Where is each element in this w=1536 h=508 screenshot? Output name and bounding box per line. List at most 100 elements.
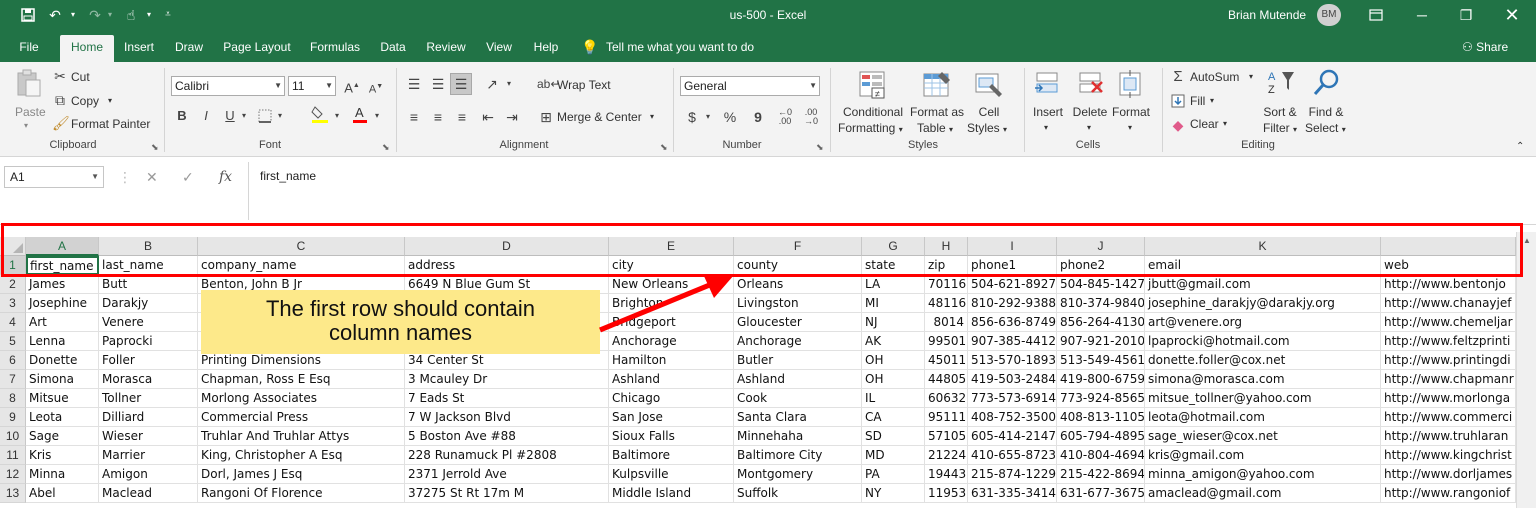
table-cell[interactable]: Brighton	[609, 294, 734, 313]
customize-toolbar-icon[interactable]: ⩡	[160, 0, 176, 30]
decrease-indent-icon[interactable]: ⇤	[478, 107, 498, 127]
redo-dropdown-icon[interactable]: ▾	[104, 0, 116, 30]
copy-dropdown-icon[interactable]: ▾	[108, 93, 112, 109]
table-cell[interactable]: Commercial Press	[198, 408, 405, 427]
header-cell[interactable]: city	[609, 256, 734, 275]
paste-label[interactable]: Paste	[15, 104, 46, 120]
italic-button[interactable]: I	[198, 106, 214, 126]
conditional-formatting-icon[interactable]: ≠	[858, 70, 888, 100]
table-cell[interactable]: 605-794-4895	[1057, 427, 1145, 446]
touch-mode-icon[interactable]: ☝	[120, 0, 142, 30]
column-header[interactable]: B	[99, 237, 198, 256]
table-cell[interactable]: 215-422-8694	[1057, 465, 1145, 484]
font-size-combo[interactable]: 11 ▼	[288, 76, 336, 96]
format-as-table-button[interactable]: Table ▾	[917, 120, 953, 138]
table-cell[interactable]: Lenna	[26, 332, 99, 351]
table-cell[interactable]: lpaprocki@hotmail.com	[1145, 332, 1381, 351]
row-header[interactable]: 3	[0, 294, 26, 313]
font-color-dropdown-icon[interactable]: ▾	[371, 106, 383, 126]
header-cell[interactable]: company_name	[198, 256, 405, 275]
merge-dropdown-icon[interactable]: ▾	[650, 109, 654, 125]
table-cell[interactable]: 773-924-8565	[1057, 389, 1145, 408]
table-cell[interactable]: 44805	[925, 370, 968, 389]
table-cell[interactable]: New Orleans	[609, 275, 734, 294]
conditional-formatting-button[interactable]: Formatting ▾	[838, 120, 903, 138]
font-launcher-icon[interactable]: ⬊	[382, 142, 390, 153]
column-header[interactable]: G	[862, 237, 925, 256]
collapse-ribbon-icon[interactable]: ⌃	[1516, 139, 1524, 155]
close-icon[interactable]: ✕	[1492, 0, 1532, 30]
table-cell[interactable]: Minna	[26, 465, 99, 484]
table-cell[interactable]: minna_amigon@yahoo.com	[1145, 465, 1381, 484]
table-cell[interactable]: 37275 St Rt 17m M	[405, 484, 609, 503]
underline-dropdown-icon[interactable]: ▾	[238, 106, 250, 126]
copy-button[interactable]: Copy	[71, 93, 99, 109]
table-cell[interactable]: Ashland	[734, 370, 862, 389]
table-cell[interactable]: Donette	[26, 351, 99, 370]
insert-cells-button[interactable]: Insert	[1028, 104, 1068, 120]
column-header[interactable]	[1381, 237, 1516, 256]
tab-review[interactable]: Review	[420, 35, 472, 62]
vertical-scrollbar[interactable]: ▲	[1516, 232, 1536, 508]
format-as-table-label-1[interactable]: Format as	[906, 104, 968, 120]
column-header[interactable]: C	[198, 237, 405, 256]
table-cell[interactable]: 631-335-3414	[968, 484, 1057, 503]
table-cell[interactable]: 11953	[925, 484, 968, 503]
table-cell[interactable]: Cook	[734, 389, 862, 408]
table-cell[interactable]: http://www.morlonga	[1381, 389, 1516, 408]
table-cell[interactable]: 5 Boston Ave #88	[405, 427, 609, 446]
align-left-icon[interactable]: ≡	[404, 107, 424, 127]
table-cell[interactable]: Baltimore	[609, 446, 734, 465]
redo-icon[interactable]: ↷	[84, 0, 106, 30]
cell-styles-icon[interactable]	[974, 70, 1004, 100]
table-cell[interactable]: 810-374-9840	[1057, 294, 1145, 313]
format-dropdown-icon[interactable]: ▾	[1128, 120, 1132, 136]
table-cell[interactable]: 504-621-8927	[968, 275, 1057, 294]
underline-button[interactable]: U	[222, 106, 238, 126]
table-cell[interactable]: Butt	[99, 275, 198, 294]
row-header[interactable]: 5	[0, 332, 26, 351]
table-cell[interactable]: donette.foller@cox.net	[1145, 351, 1381, 370]
table-cell[interactable]: Baltimore City	[734, 446, 862, 465]
table-cell[interactable]: 419-503-2484	[968, 370, 1057, 389]
merge-center-icon[interactable]: ⊞	[537, 107, 555, 127]
table-cell[interactable]: SD	[862, 427, 925, 446]
table-cell[interactable]: Middle Island	[609, 484, 734, 503]
table-cell[interactable]: MI	[862, 294, 925, 313]
cancel-icon[interactable]: ✕	[146, 166, 158, 188]
table-cell[interactable]: http://www.chanayjef	[1381, 294, 1516, 313]
decrease-decimal-icon[interactable]: .00 →0	[801, 108, 821, 126]
undo-dropdown-icon[interactable]: ▾	[66, 0, 80, 30]
tab-file[interactable]: File	[10, 35, 48, 62]
table-cell[interactable]: 3 Mcauley Dr	[405, 370, 609, 389]
fill-icon[interactable]	[1170, 91, 1186, 113]
row-header[interactable]: 13	[0, 484, 26, 503]
grow-font-icon[interactable]: A▲	[343, 76, 361, 98]
table-cell[interactable]: NJ	[862, 313, 925, 332]
restore-icon[interactable]: ❐	[1446, 0, 1486, 30]
table-cell[interactable]: http://www.truhlaran	[1381, 427, 1516, 446]
insert-cells-icon[interactable]	[1033, 70, 1063, 100]
table-cell[interactable]: http://www.bentonjo	[1381, 275, 1516, 294]
select-all-corner[interactable]	[0, 237, 26, 256]
table-cell[interactable]: sage_wieser@cox.net	[1145, 427, 1381, 446]
header-cell[interactable]: email	[1145, 256, 1381, 275]
header-cell[interactable]: phone2	[1057, 256, 1145, 275]
cut-button[interactable]: Cut	[71, 69, 90, 85]
wrap-text-icon[interactable]: ab↵	[537, 74, 560, 94]
table-cell[interactable]: Tollner	[99, 389, 198, 408]
table-cell[interactable]: 60632	[925, 389, 968, 408]
alignment-launcher-icon[interactable]: ⬊	[660, 142, 668, 153]
currency-button[interactable]: $	[684, 107, 700, 127]
tab-help[interactable]: Help	[526, 35, 566, 62]
delete-dropdown-icon[interactable]: ▾	[1087, 120, 1091, 136]
sort-filter-icon[interactable]: AZ	[1266, 68, 1296, 98]
table-cell[interactable]: CA	[862, 408, 925, 427]
comma-style-button[interactable]: 9	[750, 107, 766, 127]
table-cell[interactable]: Foller	[99, 351, 198, 370]
table-cell[interactable]: 504-845-1427	[1057, 275, 1145, 294]
table-cell[interactable]: Paprocki	[99, 332, 198, 351]
table-cell[interactable]: 215-874-1229	[968, 465, 1057, 484]
currency-dropdown-icon[interactable]: ▾	[702, 107, 714, 127]
format-cells-button[interactable]: Format	[1110, 104, 1152, 120]
